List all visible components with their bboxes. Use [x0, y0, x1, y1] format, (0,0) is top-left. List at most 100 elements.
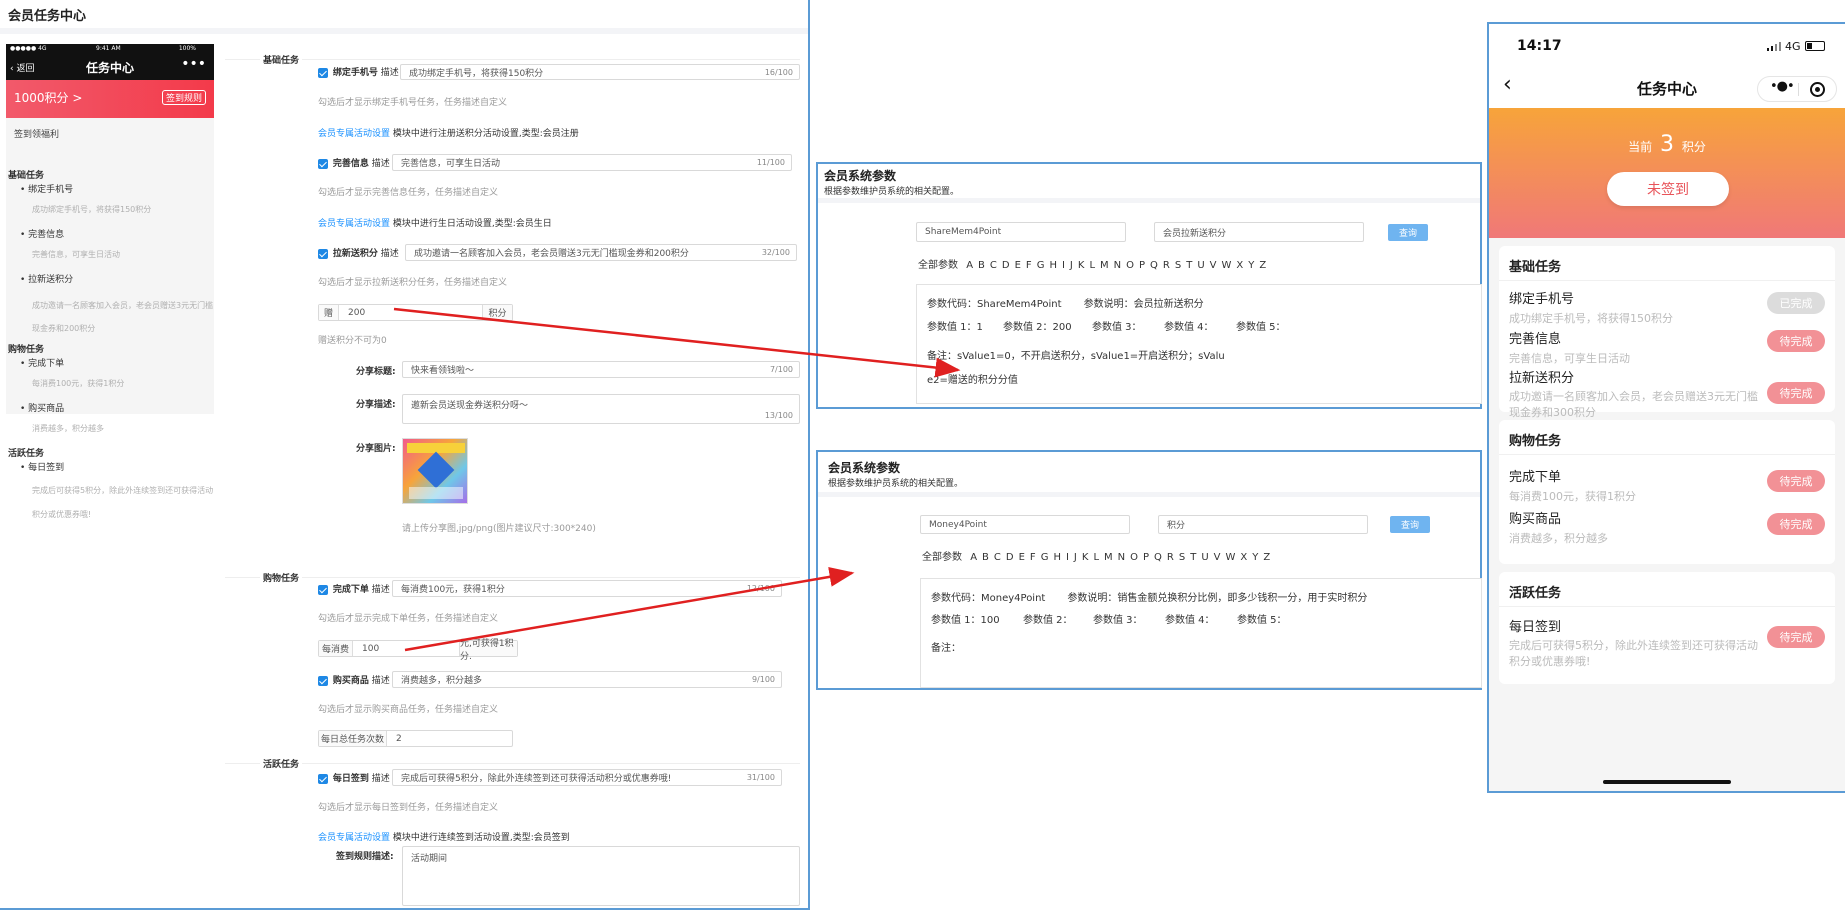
- param-code-input[interactable]: ShareMem4Point: [916, 222, 1126, 242]
- filter-letter[interactable]: T: [1186, 260, 1192, 271]
- filter-letter[interactable]: M: [1100, 260, 1109, 271]
- signin-rule-textarea[interactable]: 活动期间: [402, 846, 800, 906]
- filter-letter[interactable]: L: [1089, 260, 1095, 271]
- capsule-menu[interactable]: •●•: [1757, 76, 1837, 102]
- filter-letter[interactable]: F: [1026, 260, 1032, 271]
- filter-letter[interactable]: P: [1143, 552, 1149, 563]
- mini-points[interactable]: 1000积分 >: [14, 89, 82, 106]
- filter-letter[interactable]: C: [994, 552, 1001, 563]
- param-code-input[interactable]: Money4Point: [920, 515, 1130, 534]
- filter-letter[interactable]: N: [1114, 260, 1121, 271]
- param-name-input[interactable]: 积分: [1158, 515, 1368, 534]
- filter-letter[interactable]: P: [1139, 260, 1145, 271]
- filter-letter[interactable]: A: [970, 552, 977, 563]
- filter-letter[interactable]: M: [1104, 552, 1113, 563]
- spend-amount-input[interactable]: 每消费 100 元,可获得1积分.: [318, 639, 518, 662]
- share-title-input[interactable]: 快来看领钱啦～ 7/100: [402, 361, 800, 378]
- filter-letter[interactable]: O: [1126, 260, 1134, 271]
- filter-letter[interactable]: I: [1062, 260, 1065, 271]
- filter-letter[interactable]: B: [978, 260, 985, 271]
- member-activity-link[interactable]: 会员专属活动设置: [318, 219, 390, 229]
- filter-letter[interactable]: G: [1037, 260, 1045, 271]
- daily-signin-desc-input[interactable]: 完成后可获得5积分，除此外连续签到还可获得活动积分或优惠券哦! 31/100: [392, 769, 782, 786]
- signin-button[interactable]: 未签到: [1607, 172, 1729, 206]
- filter-letter[interactable]: X: [1236, 260, 1243, 271]
- buy-goods-desc-input[interactable]: 消费越多，积分越多 9/100: [392, 671, 782, 688]
- more-icon[interactable]: •●•: [1770, 79, 1795, 94]
- filter-letter[interactable]: A: [966, 260, 973, 271]
- close-target-icon[interactable]: [1810, 82, 1825, 97]
- invite-checkbox[interactable]: [318, 248, 328, 259]
- share-desc-label: 分享描述:: [356, 400, 396, 410]
- invite-desc-input[interactable]: 成功邀请一名顾客加入会员，老会员赠送3元无门槛现金券和200积分 32/100: [405, 244, 797, 261]
- mini-rules-button[interactable]: 签到规则: [161, 90, 206, 105]
- bind-phone-checkbox[interactable]: [318, 67, 328, 78]
- task-status-button[interactable]: 待完成: [1767, 513, 1825, 535]
- buy-goods-checkbox[interactable]: [318, 675, 328, 686]
- filter-letter[interactable]: K: [1082, 552, 1089, 563]
- filter-letter[interactable]: D: [1006, 552, 1014, 563]
- filter-letter[interactable]: S: [1179, 552, 1185, 563]
- back-chevron-icon[interactable]: ‹: [1503, 72, 1512, 97]
- filter-letter[interactable]: R: [1163, 260, 1170, 271]
- filter-letter[interactable]: C: [990, 260, 997, 271]
- filter-letter[interactable]: W: [1222, 260, 1232, 271]
- mini-back-button[interactable]: ‹ 返回: [10, 61, 34, 74]
- filter-letter[interactable]: Z: [1259, 260, 1266, 271]
- mini-signin-row[interactable]: 签到领福利: [6, 118, 214, 158]
- filter-letter[interactable]: V: [1210, 260, 1217, 271]
- filter-letter[interactable]: W: [1226, 552, 1236, 563]
- filter-letter[interactable]: S: [1175, 260, 1181, 271]
- complete-info-checkbox[interactable]: [318, 158, 328, 169]
- filter-letter[interactable]: V: [1214, 552, 1221, 563]
- daily-total-input[interactable]: 每日总任务次数 2: [318, 730, 513, 747]
- param-detail-card: 参数代码：ShareMem4Point 参数说明：会员拉新送积分 参数值 1：1 参…: [916, 284, 1482, 404]
- filter-letter[interactable]: L: [1093, 552, 1099, 563]
- filter-letter[interactable]: R: [1167, 552, 1174, 563]
- filter-letter[interactable]: H: [1053, 552, 1061, 563]
- filter-letter[interactable]: Q: [1154, 552, 1162, 563]
- task-status-button[interactable]: 待完成: [1767, 626, 1825, 648]
- task-status-button[interactable]: 待完成: [1767, 330, 1825, 352]
- filter-letter[interactable]: U: [1197, 260, 1204, 271]
- filter-letter[interactable]: Z: [1263, 552, 1270, 563]
- filter-letter[interactable]: E: [1019, 552, 1025, 563]
- filter-letter[interactable]: Q: [1150, 260, 1158, 271]
- filter-letter[interactable]: J: [1070, 260, 1073, 271]
- filter-all[interactable]: 全部参数: [918, 260, 958, 271]
- daily-signin-checkbox[interactable]: [318, 773, 328, 784]
- daily-total-value: 2: [396, 733, 402, 744]
- complete-info-desc-input[interactable]: 完善信息，可享生日活动 11/100: [392, 154, 792, 171]
- filter-letter[interactable]: F: [1030, 552, 1036, 563]
- filter-letter[interactable]: J: [1074, 552, 1077, 563]
- filter-letter[interactable]: D: [1002, 260, 1010, 271]
- share-desc-textarea[interactable]: 邀新会员送现金券送积分呀～ 13/100: [402, 394, 800, 424]
- share-image-thumbnail[interactable]: [402, 438, 468, 504]
- filter-letter[interactable]: U: [1201, 552, 1208, 563]
- mini-more-icon[interactable]: •••: [181, 56, 206, 72]
- filter-letter[interactable]: X: [1240, 552, 1247, 563]
- task-status-button[interactable]: 待完成: [1767, 470, 1825, 492]
- query-button[interactable]: 查询: [1388, 224, 1428, 241]
- filter-letter[interactable]: H: [1049, 260, 1057, 271]
- complete-order-checkbox[interactable]: [318, 584, 328, 595]
- complete-order-desc-input[interactable]: 每消费100元，获得1积分 12/100: [392, 580, 782, 597]
- filter-all[interactable]: 全部参数: [922, 552, 962, 563]
- param-name-input[interactable]: 会员拉新送积分: [1154, 222, 1364, 242]
- filter-letter[interactable]: T: [1190, 552, 1196, 563]
- filter-letter[interactable]: O: [1130, 552, 1138, 563]
- filter-letter[interactable]: G: [1041, 552, 1049, 563]
- filter-letter[interactable]: K: [1078, 260, 1085, 271]
- filter-letter[interactable]: I: [1066, 552, 1069, 563]
- filter-letter[interactable]: Y: [1248, 260, 1254, 271]
- bind-phone-desc-input[interactable]: 成功绑定手机号，将获得150积分 16/100: [400, 64, 800, 80]
- task-status-button[interactable]: 待完成: [1767, 382, 1825, 404]
- filter-letter[interactable]: Y: [1252, 552, 1258, 563]
- filter-letter[interactable]: N: [1118, 552, 1125, 563]
- member-activity-link[interactable]: 会员专属活动设置: [318, 833, 390, 843]
- query-button[interactable]: 查询: [1390, 516, 1430, 533]
- filter-letter[interactable]: B: [982, 552, 989, 563]
- member-activity-link[interactable]: 会员专属活动设置: [318, 129, 390, 139]
- filter-letter[interactable]: E: [1015, 260, 1021, 271]
- gift-points-input[interactable]: 赠 200 积分: [318, 304, 513, 321]
